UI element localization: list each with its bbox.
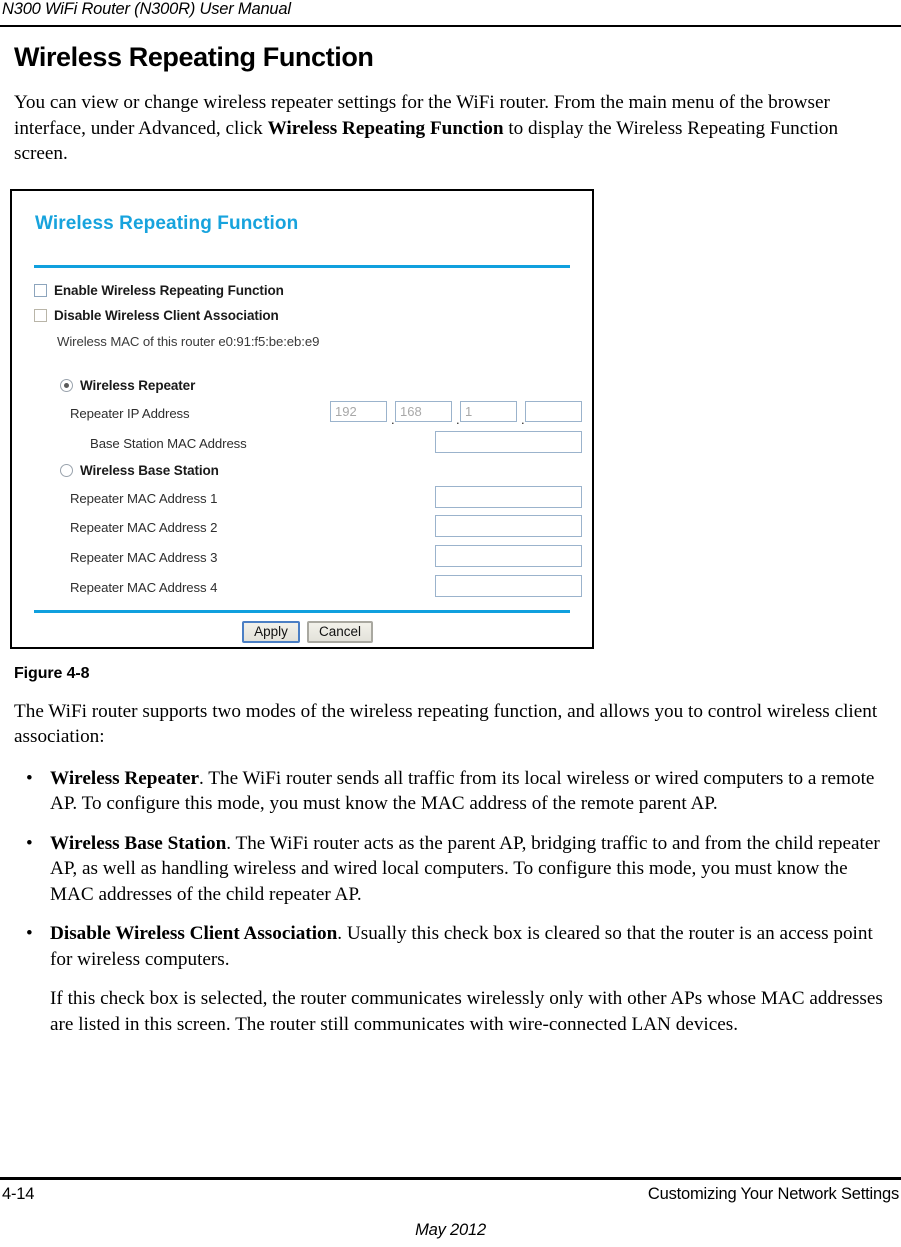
radio-wireless-base-station[interactable] (60, 463, 73, 477)
input-repeater-mac-4[interactable] (435, 574, 582, 597)
input-repeater-ip-octet-3[interactable]: 1 (460, 400, 517, 422)
input-repeater-ip-octet-4[interactable] (525, 400, 582, 422)
page-running-header: N300 WiFi Router (N300R) User Manual (0, 0, 901, 27)
page-title: Wireless Repeating Function (14, 42, 374, 72)
input-repeater-mac-3[interactable] (435, 544, 582, 567)
footer-divider (0, 1177, 901, 1180)
radio-wireless-repeater-label: Wireless Repeater (80, 377, 196, 393)
input-repeater-mac-2[interactable] (435, 514, 582, 537)
footer-date: May 2012 (415, 1221, 486, 1239)
footer-page-number: 4-14 (2, 1185, 35, 1203)
intro-bold-term: Wireless Repeating Function (267, 117, 504, 139)
running-header-title: N300 WiFi Router (N300R) User Manual (2, 0, 291, 18)
figure-wireless-repeating: Wireless Repeating Function Enable Wirel… (10, 188, 596, 651)
input-repeater-ip-octet-2[interactable]: 168 (395, 400, 452, 422)
label-repeater-mac-4: Repeater MAC Address 4 (70, 579, 218, 595)
footer-chapter-title: Customizing Your Network Settings (647, 1185, 899, 1203)
radio-wireless-base-station-label: Wireless Base Station (80, 462, 219, 478)
cancel-button[interactable]: Cancel (307, 620, 373, 643)
checkbox-row-enable-repeating[interactable]: Enable Wireless Repeating Function (34, 283, 284, 298)
page-footer: 4-14 Customizing Your Network Settings M… (0, 1169, 901, 1247)
checkbox-enable-repeating-label: Enable Wireless Repeating Function (54, 282, 284, 298)
router-mac-note: Wireless MAC of this router e0:91:f5:be:… (57, 333, 320, 349)
intro-paragraph: You can view or change wireless repeater… (14, 90, 894, 167)
label-repeater-mac-2: Repeater MAC Address 2 (70, 519, 218, 535)
list-item: • Wireless Repeater. The WiFi router send… (14, 766, 894, 817)
checkbox-enable-repeating[interactable] (34, 283, 47, 297)
bullet-marker: • (26, 832, 33, 854)
apply-button[interactable]: Apply (242, 620, 300, 643)
router-ui-top-divider (34, 264, 570, 268)
bullet-bold-term: Wireless Repeater (50, 767, 200, 789)
bullet-bold-term: Wireless Base Station (50, 832, 227, 854)
input-repeater-mac-1[interactable] (435, 485, 582, 508)
checkbox-row-disable-client-association[interactable]: Disable Wireless Client Association (34, 308, 279, 323)
input-base-station-mac[interactable] (435, 430, 582, 453)
list-item: • Disable Wireless Client Association. Us… (14, 921, 894, 972)
label-base-station-mac: Base Station MAC Address (90, 435, 247, 451)
input-repeater-ip-octet-1[interactable]: 192 (330, 400, 387, 422)
modes-bullet-list: • Wireless Repeater. The WiFi router send… (14, 766, 894, 973)
bullet-bold-term: Disable Wireless Client Association (50, 923, 338, 944)
router-ui-page-title: Wireless Repeating Function (35, 212, 299, 234)
label-repeater-mac-1: Repeater MAC Address 1 (70, 490, 218, 506)
figure-caption: Figure 4-8 (14, 664, 90, 682)
radio-wireless-repeater[interactable] (60, 378, 73, 392)
page-content: Wireless Repeating Function You can view… (10, 40, 894, 1037)
label-repeater-mac-3: Repeater MAC Address 3 (70, 549, 218, 565)
router-ui-bottom-divider (34, 609, 570, 613)
header-divider (0, 25, 901, 27)
bullet-marker: • (26, 767, 33, 789)
checkbox-disable-client-association[interactable] (34, 308, 47, 322)
closing-paragraph: If this check box is selected, the route… (50, 988, 883, 1035)
router-ui-screenshot: Wireless Repeating Function Enable Wirel… (10, 188, 594, 649)
radio-row-wireless-repeater[interactable]: Wireless Repeater (60, 378, 195, 393)
label-repeater-ip-address: Repeater IP Address (70, 405, 190, 421)
bullet-marker: • (26, 923, 33, 944)
checkbox-disable-client-association-label: Disable Wireless Client Association (54, 307, 279, 323)
lead-paragraph: The WiFi router supports two modes of th… (14, 700, 878, 748)
list-item: • Wireless Base Station. The WiFi router … (14, 831, 894, 908)
radio-row-wireless-base-station[interactable]: Wireless Base Station (60, 463, 219, 478)
